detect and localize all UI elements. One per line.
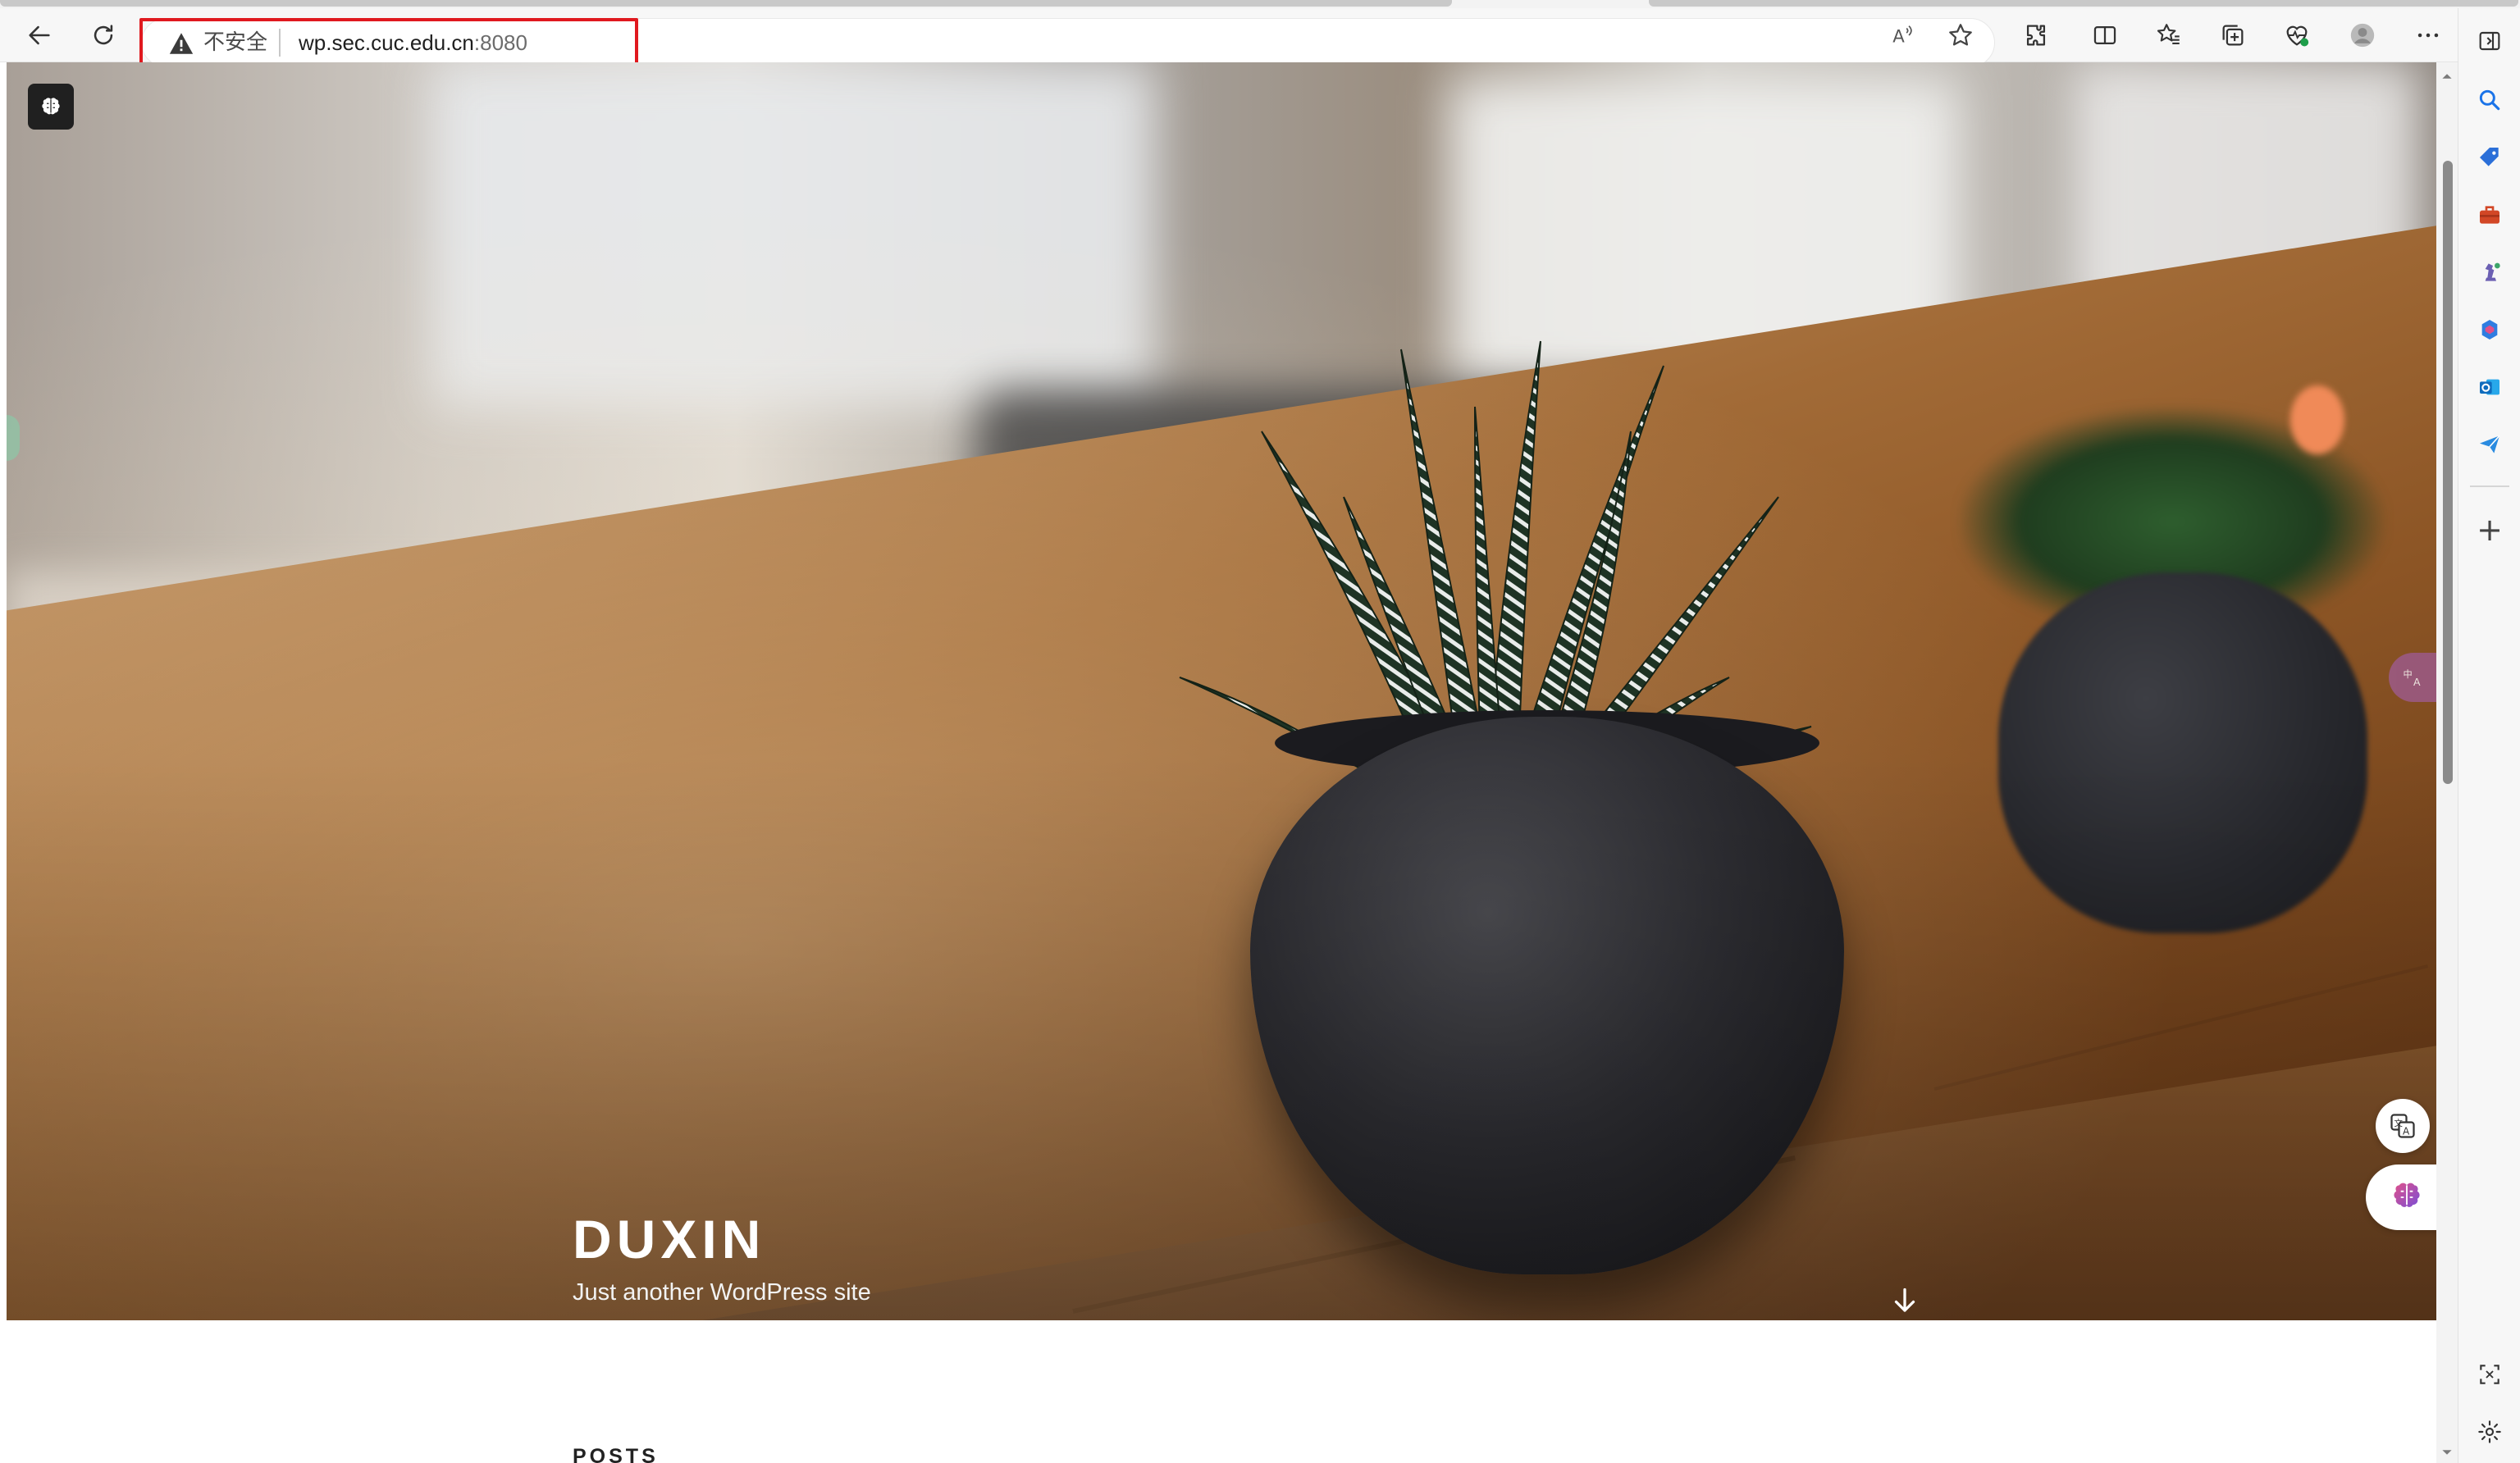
sidebar-item-tools[interactable]: [2468, 194, 2511, 236]
sidebar-item-copilot[interactable]: [2468, 308, 2511, 351]
copilot-icon: [2481, 320, 2498, 340]
screenshot-button[interactable]: [2468, 1353, 2511, 1396]
arrow-down-icon: [1894, 1288, 1915, 1312]
favorites-button[interactable]: [2146, 12, 2192, 58]
extensions-button[interactable]: [2013, 12, 2059, 58]
active-tab[interactable]: [0, 0, 1452, 7]
sidebar-item-shopping[interactable]: [2468, 136, 2511, 179]
scroll-thumb[interactable]: [2443, 161, 2453, 784]
split-screen-icon: [2093, 25, 2116, 45]
hero-header-image: DUXIN Just another WordPress site: [7, 62, 2436, 1320]
svg-text:A: A: [2413, 676, 2421, 688]
svg-text:A: A: [1892, 27, 1905, 48]
page-viewport: DUXIN Just another WordPress site 中A 文A …: [7, 62, 2436, 1463]
brain-icon: [42, 98, 60, 115]
sidebar-toggle-icon: [2479, 31, 2500, 51]
sidebar-add-button[interactable]: +: [2468, 508, 2511, 551]
screenshot-icon: [2480, 1365, 2499, 1384]
toolbox-icon: [2480, 206, 2499, 224]
collections-button[interactable]: [2210, 12, 2256, 58]
page-scrollbar[interactable]: [2436, 62, 2458, 1463]
outlook-icon: [2480, 379, 2499, 395]
url-port: :8080: [473, 30, 527, 55]
translate-page-button[interactable]: 文A: [2376, 1099, 2430, 1153]
sidebar-settings-button[interactable]: [2468, 1411, 2511, 1453]
hero-shade: [7, 62, 2436, 1320]
sidebar-divider: [2470, 485, 2509, 487]
favorites-icon: [2157, 24, 2180, 44]
svg-text:中: 中: [2404, 669, 2413, 680]
star-icon: [1949, 24, 1972, 46]
send-plane-icon: [2480, 435, 2500, 453]
collections-icon: [2222, 25, 2244, 46]
more-button[interactable]: [2405, 12, 2451, 58]
sidebar-item-outlook[interactable]: [2468, 366, 2511, 408]
heart-pulse-icon: [2286, 25, 2309, 47]
plus-icon: +: [2477, 512, 2503, 548]
read-aloud-icon: A: [1892, 25, 1912, 48]
posts-heading: POSTS: [573, 1445, 659, 1463]
site-title[interactable]: DUXIN: [573, 1210, 765, 1268]
edge-sidebar: +: [2458, 8, 2520, 1463]
site-description: Just another WordPress site: [573, 1279, 871, 1306]
puzzle-icon: [2026, 25, 2046, 46]
shopping-tag-icon: [2480, 148, 2499, 166]
read-aloud-button[interactable]: A: [1880, 12, 1926, 58]
sidebar-item-games[interactable]: [2468, 251, 2511, 294]
security-label[interactable]: 不安全: [203, 28, 267, 57]
address-separator: [279, 29, 281, 57]
svg-text:文: 文: [2394, 1118, 2404, 1128]
back-arrow-icon: [29, 25, 50, 45]
url-text[interactable]: wp.sec.cuc.edu.cn:8080: [299, 28, 527, 57]
extension-brain-badge[interactable]: [28, 84, 74, 130]
browser-essentials-button[interactable]: [2274, 12, 2320, 58]
split-screen-button[interactable]: [2082, 12, 2128, 58]
scroll-down-arrow-icon[interactable]: [2441, 1447, 2453, 1458]
ai-assistant-button[interactable]: [2366, 1164, 2436, 1230]
url-host: wp.sec.cuc.edu.cn: [299, 30, 474, 55]
refresh-button[interactable]: [80, 12, 126, 58]
back-button[interactable]: [16, 12, 62, 58]
translate-icon: 中A: [2404, 669, 2422, 688]
profile-button[interactable]: [2340, 12, 2385, 58]
translate-icon: 文A: [2390, 1114, 2415, 1138]
more-icon: [2417, 33, 2439, 38]
sidebar-item-telegram[interactable]: [2468, 423, 2511, 466]
chess-piece-icon: [2485, 262, 2500, 281]
search-icon: [2479, 89, 2500, 111]
gear-icon: [2478, 1420, 2501, 1443]
brain-icon: [2394, 1183, 2420, 1207]
inactive-tab[interactable]: [1649, 0, 2518, 7]
warning-icon[interactable]: [167, 30, 195, 57]
translate-floating-button[interactable]: 中A: [2389, 653, 2436, 702]
side-widget-tab[interactable]: [7, 415, 20, 461]
browser-toolbar: 不安全 wp.sec.cuc.edu.cn:8080 A: [0, 8, 2520, 72]
refresh-icon: [94, 25, 113, 45]
sidebar-toggle-button[interactable]: [2468, 20, 2511, 62]
scroll-down-button[interactable]: [1885, 1281, 1924, 1320]
avatar-icon: [2350, 23, 2375, 48]
sidebar-item-search[interactable]: [2468, 79, 2511, 121]
tab-strip: [0, 0, 2520, 8]
scroll-up-arrow-icon[interactable]: [2441, 71, 2453, 82]
favorite-button[interactable]: [1938, 12, 1984, 58]
svg-text:A: A: [2403, 1126, 2410, 1137]
